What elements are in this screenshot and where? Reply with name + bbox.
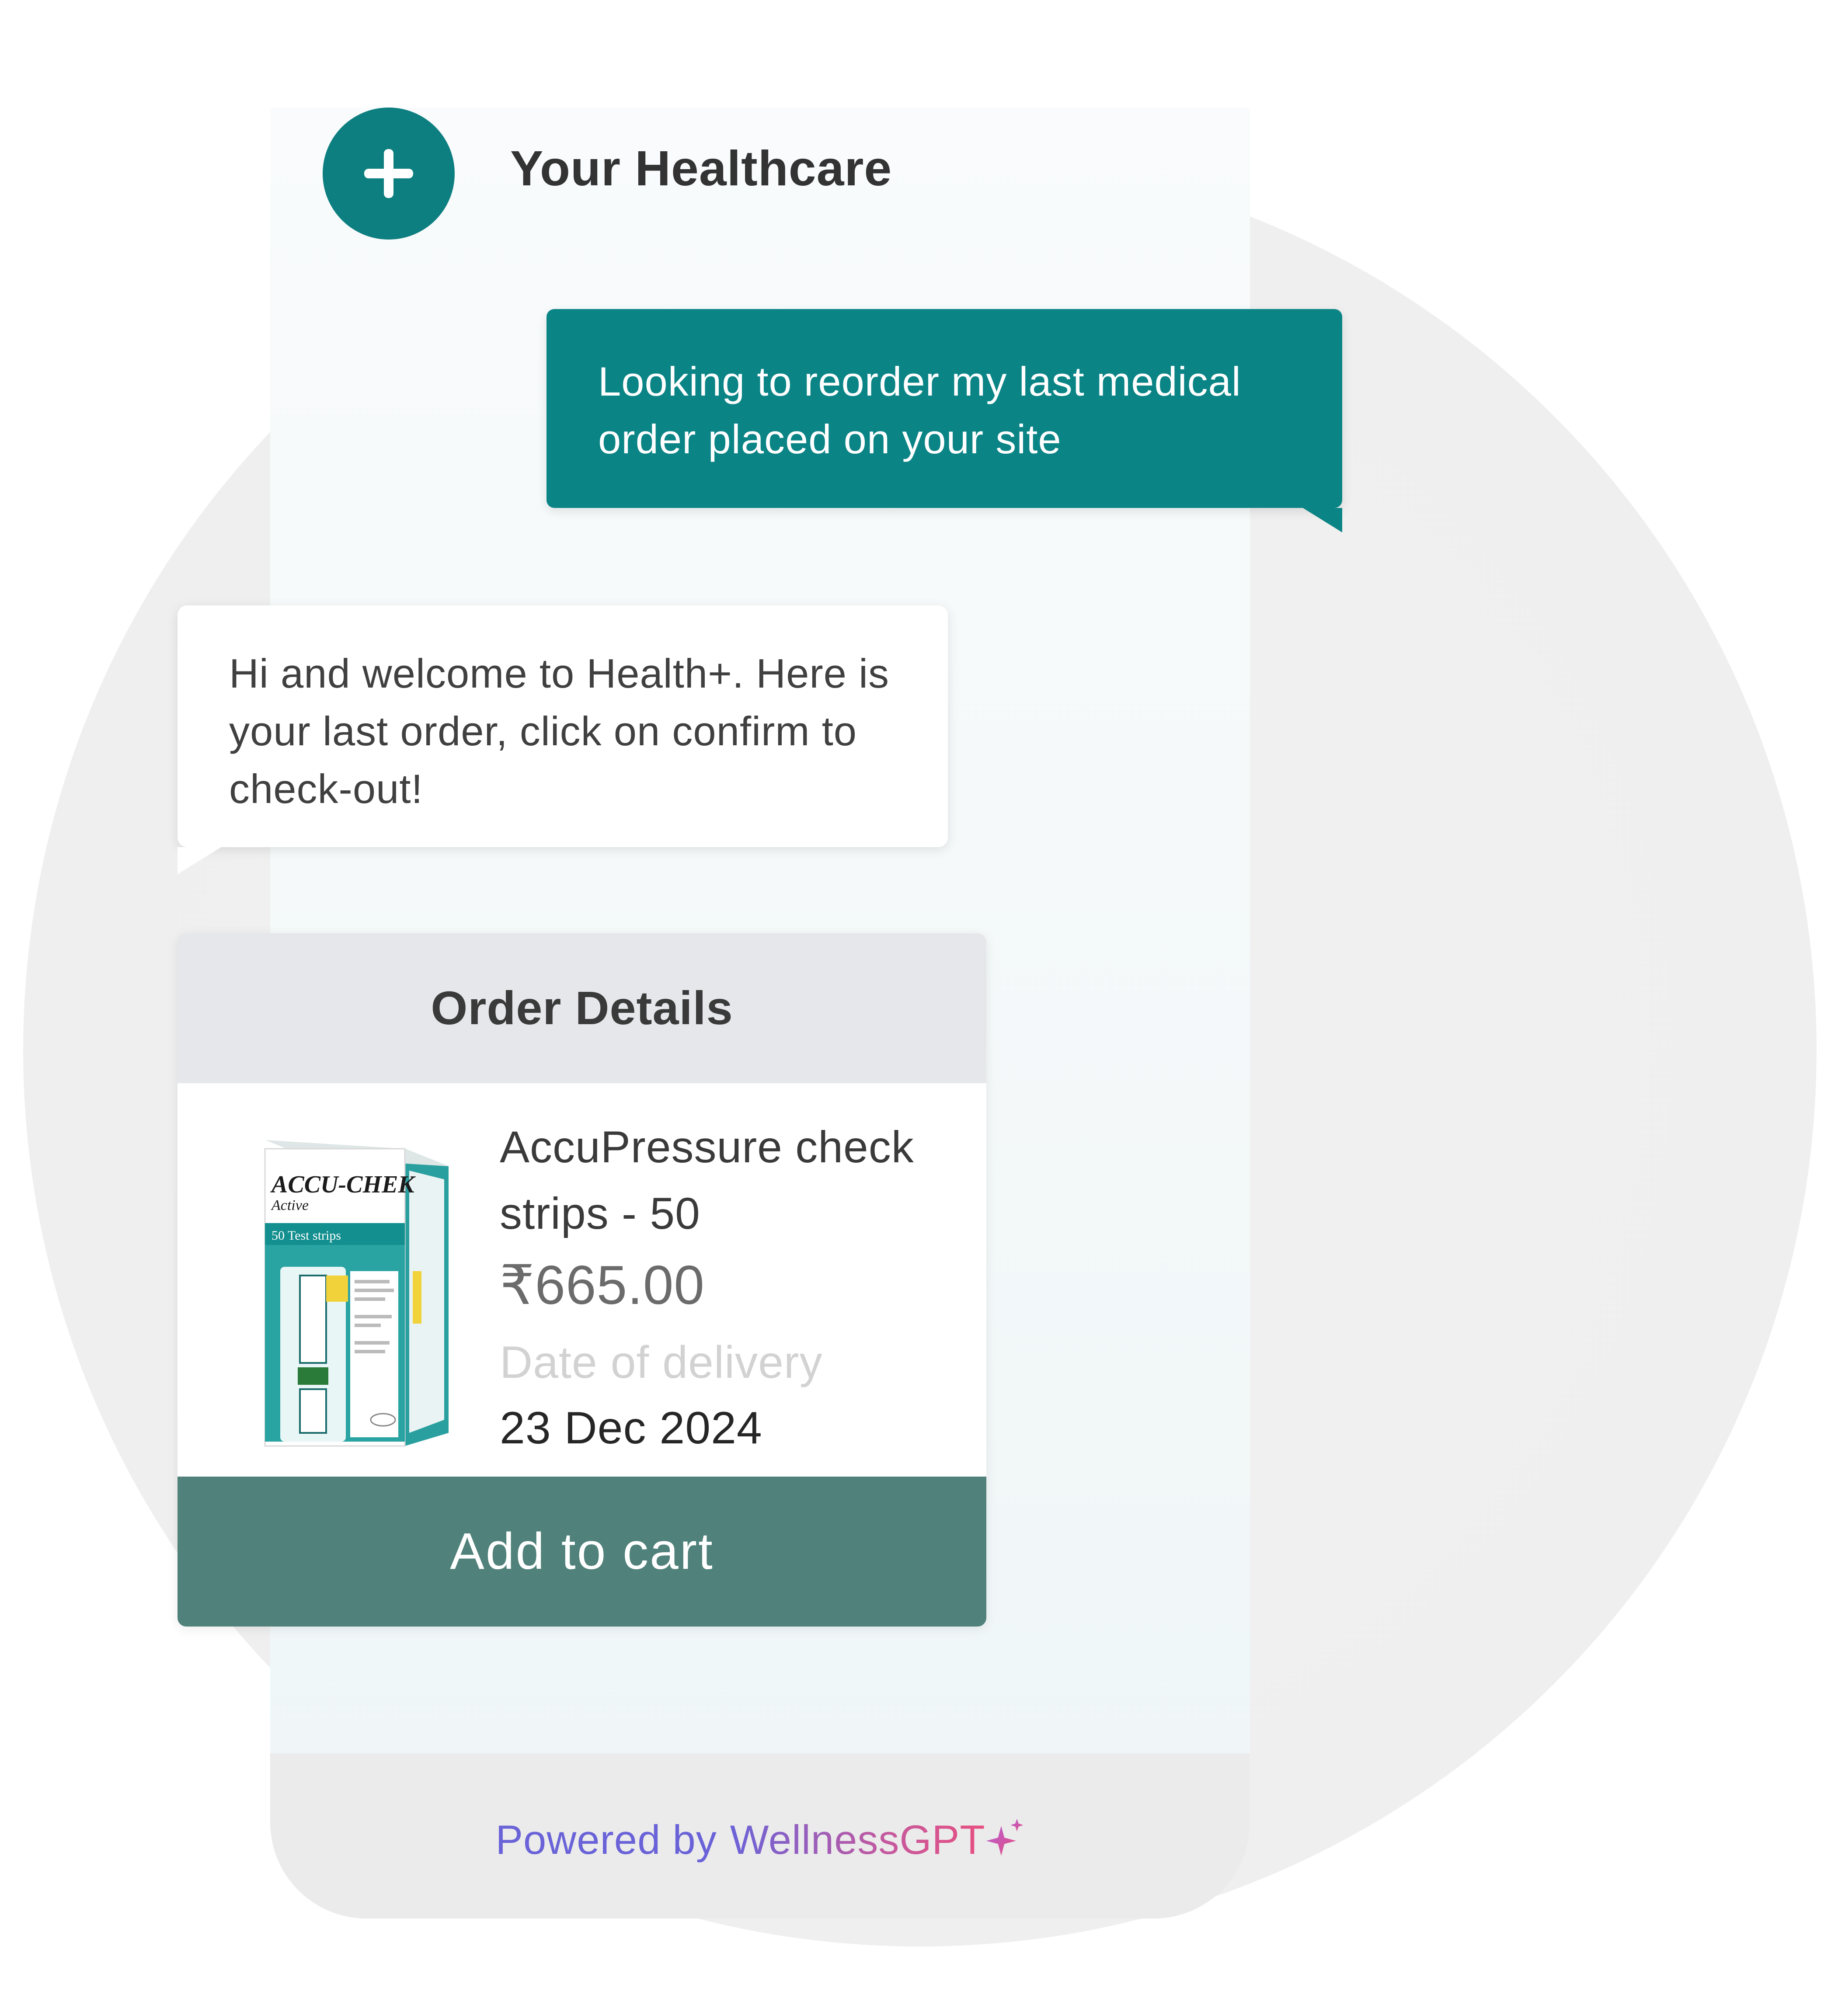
product-price: ₹665.00 — [500, 1255, 705, 1316]
sparkle-icon — [986, 1818, 1023, 1856]
order-card: Order Details ACCU-CHEK Active 50 Test s… — [178, 933, 986, 1627]
delivery-date: 23 Dec 2024 — [500, 1403, 762, 1453]
app-title: Your Healthcare — [510, 141, 892, 196]
delivery-label: Date of delivery — [500, 1337, 823, 1388]
product-image: ACCU-CHEK Active 50 Test strips — [264, 1140, 449, 1447]
bot-message-tail — [178, 847, 221, 874]
user-message-tail — [1303, 508, 1342, 532]
user-message: Looking to reorder my last medical order… — [547, 309, 1342, 532]
bot-message: Hi and welcome to Health+. Here is your … — [178, 605, 948, 874]
user-message-text: Looking to reorder my last medical order… — [598, 358, 1241, 462]
product-brand-text: ACCU-CHEK — [270, 1171, 416, 1198]
app-logo — [323, 108, 455, 240]
chat-footer: Powered by WellnessGPT — [270, 1753, 1250, 1919]
add-to-cart-button[interactable]: Add to cart — [178, 1477, 986, 1627]
brand-name: WellnessGPT — [730, 1817, 985, 1863]
powered-by-label: Powered by — [495, 1817, 717, 1863]
product-name: AccuPressure check strips - 50 — [500, 1122, 914, 1238]
order-title: Order Details — [431, 981, 733, 1034]
add-to-cart-label: Add to cart — [450, 1522, 714, 1580]
product-sub-text: Active — [271, 1197, 309, 1213]
product-strip-text: 50 Test strips — [272, 1228, 341, 1243]
powered-by: Powered by WellnessGPT — [270, 1816, 1250, 1863]
bot-message-text: Hi and welcome to Health+. Here is your … — [229, 650, 889, 812]
plus-icon — [364, 149, 413, 198]
order-body: ACCU-CHEK Active 50 Test strips AccuPres… — [178, 1083, 986, 1477]
order-header: Order Details — [178, 933, 986, 1083]
